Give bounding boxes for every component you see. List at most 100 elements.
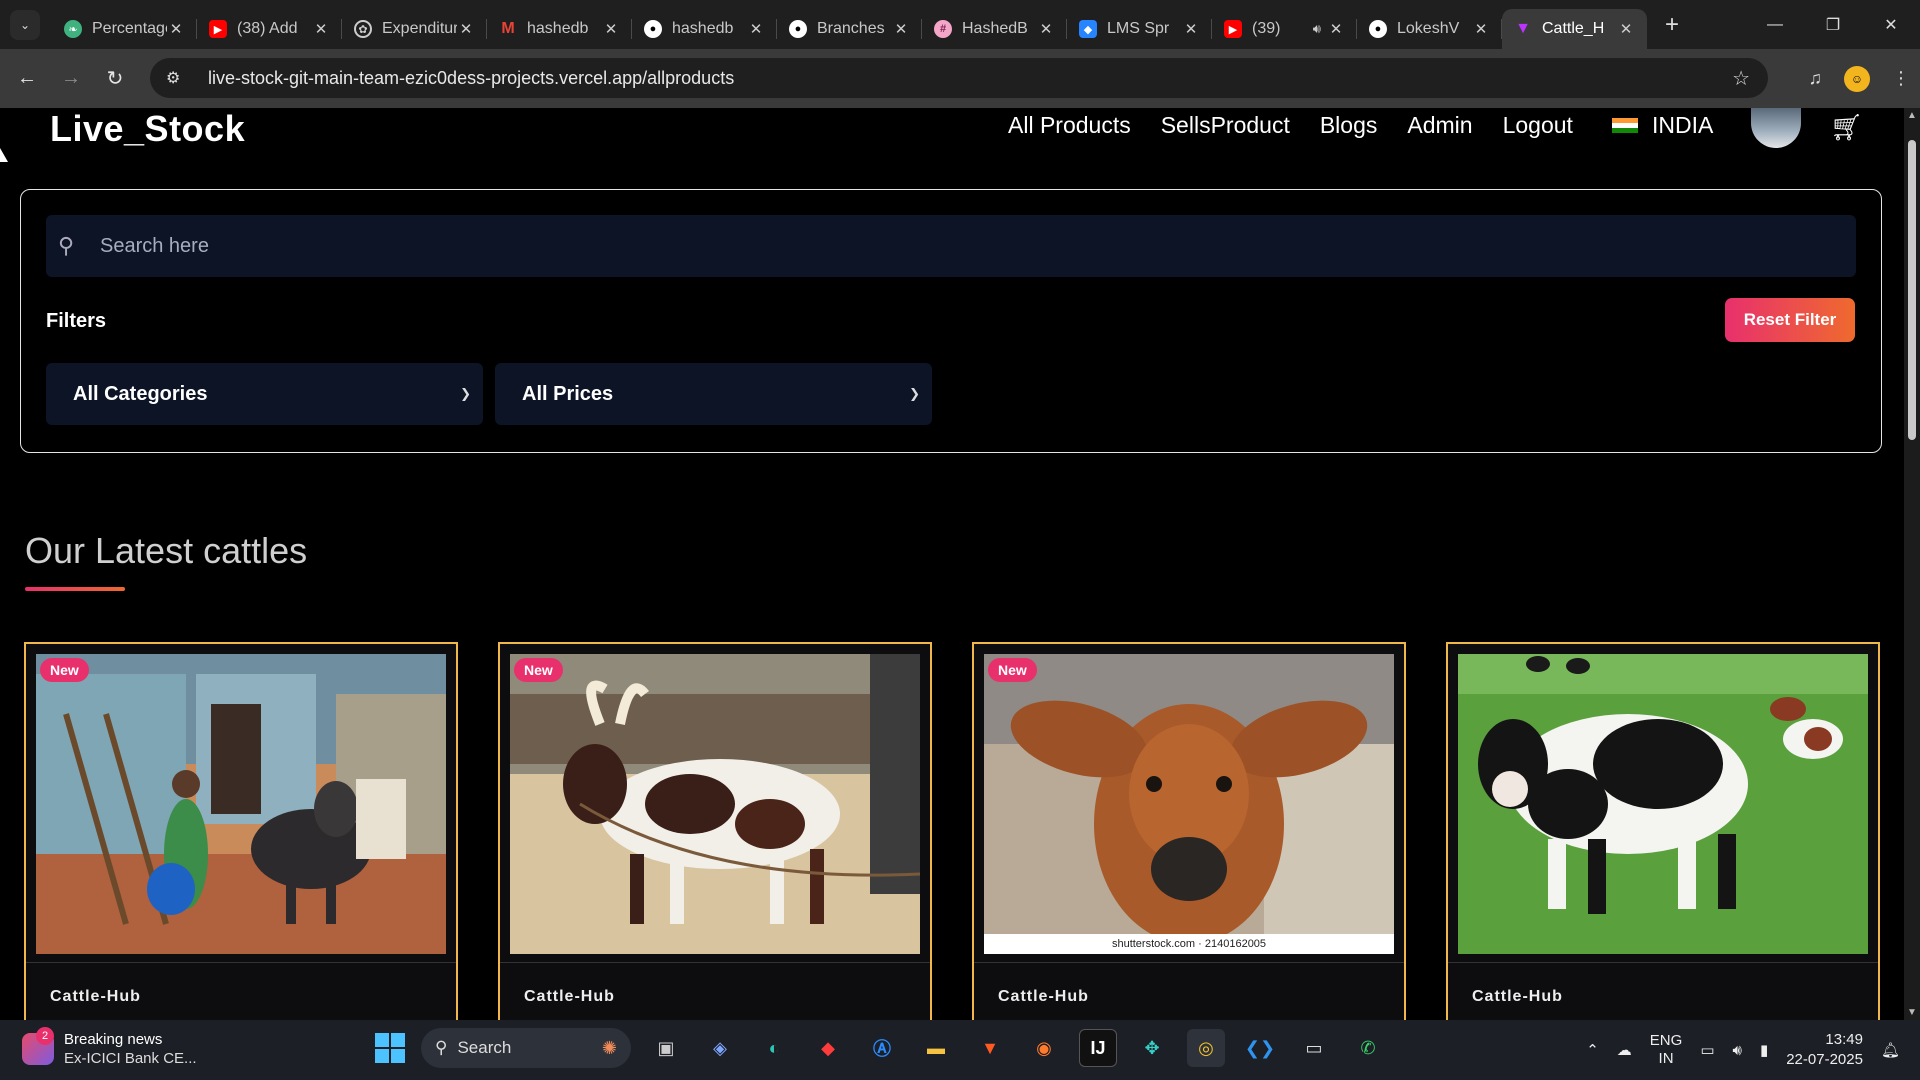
product-card[interactable]: New Cattle-Hub: [498, 642, 932, 1020]
restore-icon[interactable]: ❐: [1804, 0, 1862, 49]
media-control-icon[interactable]: ♫: [1809, 68, 1823, 89]
url-field[interactable]: ⚙ live-stock-git-main-team-ezic0dess-pro…: [150, 58, 1768, 98]
browser-tab[interactable]: ▶ (38) Add ✕: [197, 9, 342, 49]
browser-tab[interactable]: ● Branches ✕: [777, 9, 922, 49]
browser-tab[interactable]: # HashedB ✕: [922, 9, 1067, 49]
scroll-down-icon[interactable]: ▼: [1907, 1007, 1917, 1018]
notification-bell-icon[interactable]: 🔔︎: [1881, 1041, 1900, 1059]
cart-icon[interactable]: 🛒︎: [1830, 112, 1863, 143]
news-widget[interactable]: 2 Breaking news Ex-ICICI Bank CE...: [22, 1027, 197, 1068]
nav-logout[interactable]: Logout: [1503, 112, 1573, 139]
brave-icon[interactable]: ▼: [971, 1029, 1009, 1067]
clock-date: 22-07-2025: [1786, 1051, 1863, 1068]
close-icon[interactable]: ✕: [1617, 20, 1635, 38]
scroll-up-icon[interactable]: ▲: [1907, 110, 1917, 121]
openai-icon: ✿: [354, 20, 372, 38]
search-input[interactable]: [100, 234, 1800, 258]
nav-all-products[interactable]: All Products: [1008, 112, 1131, 139]
close-window-icon[interactable]: ✕: [1862, 0, 1920, 49]
browser-tab[interactable]: M hashedb ✕: [487, 9, 632, 49]
tab-search-button[interactable]: ⌄: [10, 9, 40, 40]
product-card[interactable]: Cattle-Hub: [1446, 642, 1880, 1020]
close-icon[interactable]: ✕: [167, 20, 185, 38]
system-tray: ⌃ ☁ ENG IN ▭ 🔊︎ ▮ 13:49 22-07-2025 🔔︎: [1586, 1020, 1900, 1080]
card-divider: [1448, 962, 1878, 963]
close-icon[interactable]: ✕: [312, 20, 330, 38]
site-logo[interactable]: Live_Stock: [50, 108, 245, 150]
clock[interactable]: 13:49 22-07-2025: [1786, 1030, 1863, 1070]
minimize-icon[interactable]: —: [1746, 0, 1804, 49]
browser-tab[interactable]: ▶ (39) 🔊︎ ✕: [1212, 9, 1357, 49]
browser-tab[interactable]: ❧ Percentage ✕: [52, 9, 197, 49]
app-store-icon[interactable]: Ⓐ: [863, 1029, 901, 1067]
language-indicator[interactable]: ENG IN: [1650, 1032, 1683, 1068]
red-app-icon[interactable]: ◆: [809, 1029, 847, 1067]
news-title: Breaking news: [64, 1031, 163, 1048]
browser-tab[interactable]: ● LokeshV ✕: [1357, 9, 1502, 49]
chrome-icon[interactable]: ◎: [1187, 1029, 1225, 1067]
nav-admin[interactable]: Admin: [1407, 112, 1472, 139]
scrollbar-thumb[interactable]: [1908, 140, 1916, 440]
price-select[interactable]: All Prices ❯: [495, 363, 932, 425]
product-card[interactable]: New Cattle-Hub: [24, 642, 458, 1020]
intellij-icon[interactable]: IJ: [1079, 1029, 1117, 1067]
close-icon[interactable]: ✕: [892, 20, 910, 38]
chevron-up-icon[interactable]: ⌃: [1586, 1041, 1599, 1059]
volume-icon[interactable]: 🔊︎: [1733, 1042, 1742, 1059]
task-view-icon[interactable]: ▣: [647, 1029, 685, 1067]
copilot-icon[interactable]: ◈: [701, 1029, 739, 1067]
bookmark-star-icon[interactable]: ☆: [1732, 66, 1750, 91]
browser-tab[interactable]: ◆ LMS Spr ✕: [1067, 9, 1212, 49]
cursor-app-icon[interactable]: ✥: [1133, 1029, 1171, 1067]
back-icon[interactable]: ←: [10, 62, 44, 96]
browser-tab-active[interactable]: ▼ Cattle_H ✕: [1502, 9, 1647, 49]
more-menu-icon[interactable]: ⋮: [1892, 68, 1910, 89]
nav-blogs[interactable]: Blogs: [1320, 112, 1378, 139]
browser-tab[interactable]: ✿ Expenditure ✕: [342, 9, 487, 49]
taskbar-apps: ⚲ Search ✺ ▣ ◈ ◐ ◆ Ⓐ ▬ ▼ ◉ IJ ✥ ◎ ❮❯ ▭ ✆: [375, 1028, 1387, 1068]
speaker-icon[interactable]: 🔊︎: [1313, 21, 1321, 37]
close-icon[interactable]: ✕: [747, 20, 765, 38]
search-icon: ⚲: [58, 233, 75, 258]
close-icon[interactable]: ✕: [1182, 20, 1200, 38]
edge-icon[interactable]: ◐: [755, 1029, 793, 1067]
terminal-icon[interactable]: ▭: [1295, 1029, 1333, 1067]
region-code: IN: [1658, 1050, 1674, 1067]
vscode-icon[interactable]: ❮❯: [1241, 1029, 1279, 1067]
page-scrollbar[interactable]: ▲ ▼: [1904, 108, 1920, 1020]
card-brand: Cattle-Hub: [998, 988, 1089, 1005]
card-brand: Cattle-Hub: [1472, 988, 1563, 1005]
news-text: Breaking news Ex-ICICI Bank CE...: [64, 1030, 197, 1068]
card-brand: Cattle-Hub: [50, 988, 141, 1005]
product-card[interactable]: shutterstock.com · 2140162005 New Cattle…: [972, 642, 1406, 1020]
forward-icon[interactable]: →: [54, 62, 88, 96]
user-avatar[interactable]: [1751, 108, 1801, 148]
search-highlight-icon: ✺: [601, 1037, 617, 1058]
whatsapp-icon[interactable]: ✆: [1349, 1029, 1387, 1067]
battery-icon[interactable]: ▮: [1760, 1041, 1768, 1059]
network-icon[interactable]: ▭: [1700, 1041, 1714, 1059]
profile-avatar[interactable]: ☺: [1844, 65, 1870, 92]
country-selector[interactable]: INDIA: [1612, 112, 1713, 139]
close-icon[interactable]: ✕: [602, 20, 620, 38]
nav-sells-product[interactable]: SellsProduct: [1161, 112, 1290, 139]
onedrive-icon[interactable]: ☁: [1617, 1041, 1632, 1059]
section-underline: [25, 587, 125, 591]
toolbar-right: ♫ ☺ ⋮: [1809, 49, 1910, 108]
browser-tab[interactable]: ● hashedb ✕: [632, 9, 777, 49]
web-page: Live_Stock All Products SellsProduct Blo…: [0, 108, 1904, 1020]
close-icon[interactable]: ✕: [1472, 20, 1490, 38]
close-icon[interactable]: ✕: [457, 20, 475, 38]
reload-icon[interactable]: ↻: [98, 62, 132, 96]
github-icon: ●: [789, 20, 807, 38]
new-tab-button[interactable]: +: [1657, 11, 1687, 39]
windows-start-icon[interactable]: [375, 1033, 405, 1063]
firefox-icon[interactable]: ◉: [1025, 1029, 1063, 1067]
site-info-icon[interactable]: ⚙: [166, 68, 190, 88]
file-explorer-icon[interactable]: ▬: [917, 1029, 955, 1067]
close-icon[interactable]: ✕: [1327, 20, 1345, 38]
reset-filter-button[interactable]: Reset Filter: [1725, 298, 1855, 342]
close-icon[interactable]: ✕: [1037, 20, 1055, 38]
taskbar-search[interactable]: ⚲ Search ✺: [421, 1028, 631, 1068]
category-select[interactable]: All Categories ❯: [46, 363, 483, 425]
